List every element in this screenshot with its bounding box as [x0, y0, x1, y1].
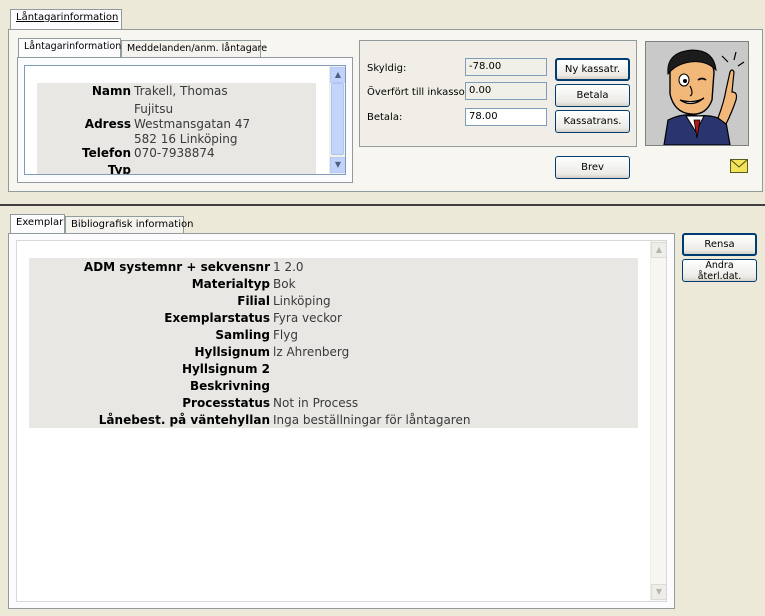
pay-amount-input[interactable]: 78.00 [465, 108, 547, 126]
collections-field: 0.00 [465, 82, 547, 100]
section-divider [0, 204, 765, 206]
copy-row-beskrivning: Beskrivning [29, 377, 638, 394]
borrower-address-row: Adress Fujitsu Westmansgatan 47 582 16 L… [84, 101, 251, 146]
cash-transactions-button[interactable]: Kassatrans. [555, 110, 630, 133]
envelope-icon[interactable] [730, 159, 748, 173]
cartoon-man-icon [646, 42, 748, 145]
avatar [645, 41, 749, 146]
tab-bibliographic-info[interactable]: Bibliografisk information [65, 216, 193, 234]
tab-copy[interactable]: Exemplar [10, 214, 65, 234]
pay-label: Betala: [367, 112, 403, 123]
tab-borrower-messages[interactable]: Meddelanden/anm. låntagare [121, 40, 267, 58]
copy-row-exemplarstatus: Exemplarstatus Fyra veckor [29, 309, 638, 326]
chevron-up-icon[interactable]: ▲ [651, 242, 666, 258]
chevron-down-icon[interactable]: ▼ [651, 584, 666, 600]
owed-label: Skyldig: [367, 63, 407, 74]
copy-row-filial: Filial Linköping [29, 292, 638, 309]
clear-button[interactable]: Rensa [682, 233, 757, 256]
borrower-type-row: Typ [107, 163, 131, 175]
new-cash-transaction-button[interactable]: Ny kassatr. [555, 58, 630, 81]
borrower-phone-row: Telefon 070-7938874 [82, 146, 215, 160]
collections-label: Överfört till inkasso: [367, 87, 469, 98]
copy-info-list: ADM systemnr + sekvensnr 1 2.0 Materialty… [16, 240, 667, 602]
copy-row-reservations: Lånebest. på väntehyllan Inga beställning… [29, 411, 638, 428]
chevron-down-icon[interactable]: ▼ [330, 157, 345, 173]
tab-borrower-info[interactable]: Låntagarinformation [18, 38, 121, 58]
change-return-date-button[interactable]: Ändra återl.dat. [682, 259, 757, 282]
borrower-scrollbar[interactable]: ▲ ▼ [329, 66, 345, 174]
copy-row-samling: Samling Flyg [29, 326, 638, 343]
owed-field: -78.00 [465, 58, 547, 76]
copy-row-adm: ADM systemnr + sekvensnr 1 2.0 [29, 258, 638, 275]
pay-button[interactable]: Betala [555, 84, 630, 107]
copy-row-materialtyp: Materialtyp Bok [29, 275, 638, 292]
borrower-name-row: Namn Trakell, Thomas [91, 84, 228, 98]
scroll-thumb[interactable] [331, 83, 344, 155]
copy-scrollbar[interactable]: ▲ ▼ [650, 241, 666, 601]
letter-button[interactable]: Brev [555, 156, 630, 179]
copy-row-hyllsignum: Hyllsignum lz Ahrenberg [29, 343, 638, 360]
tab-borrower-info-top[interactable]: Låntagarinformation [10, 9, 122, 30]
copy-row-hyllsignum-2: Hyllsignum 2 [29, 360, 638, 377]
chevron-up-icon[interactable]: ▲ [330, 67, 345, 83]
copy-row-processtatus: Processtatus Not in Process [29, 394, 638, 411]
borrower-info-list: Namn Trakell, Thomas Adress Fujitsu West… [24, 65, 346, 175]
